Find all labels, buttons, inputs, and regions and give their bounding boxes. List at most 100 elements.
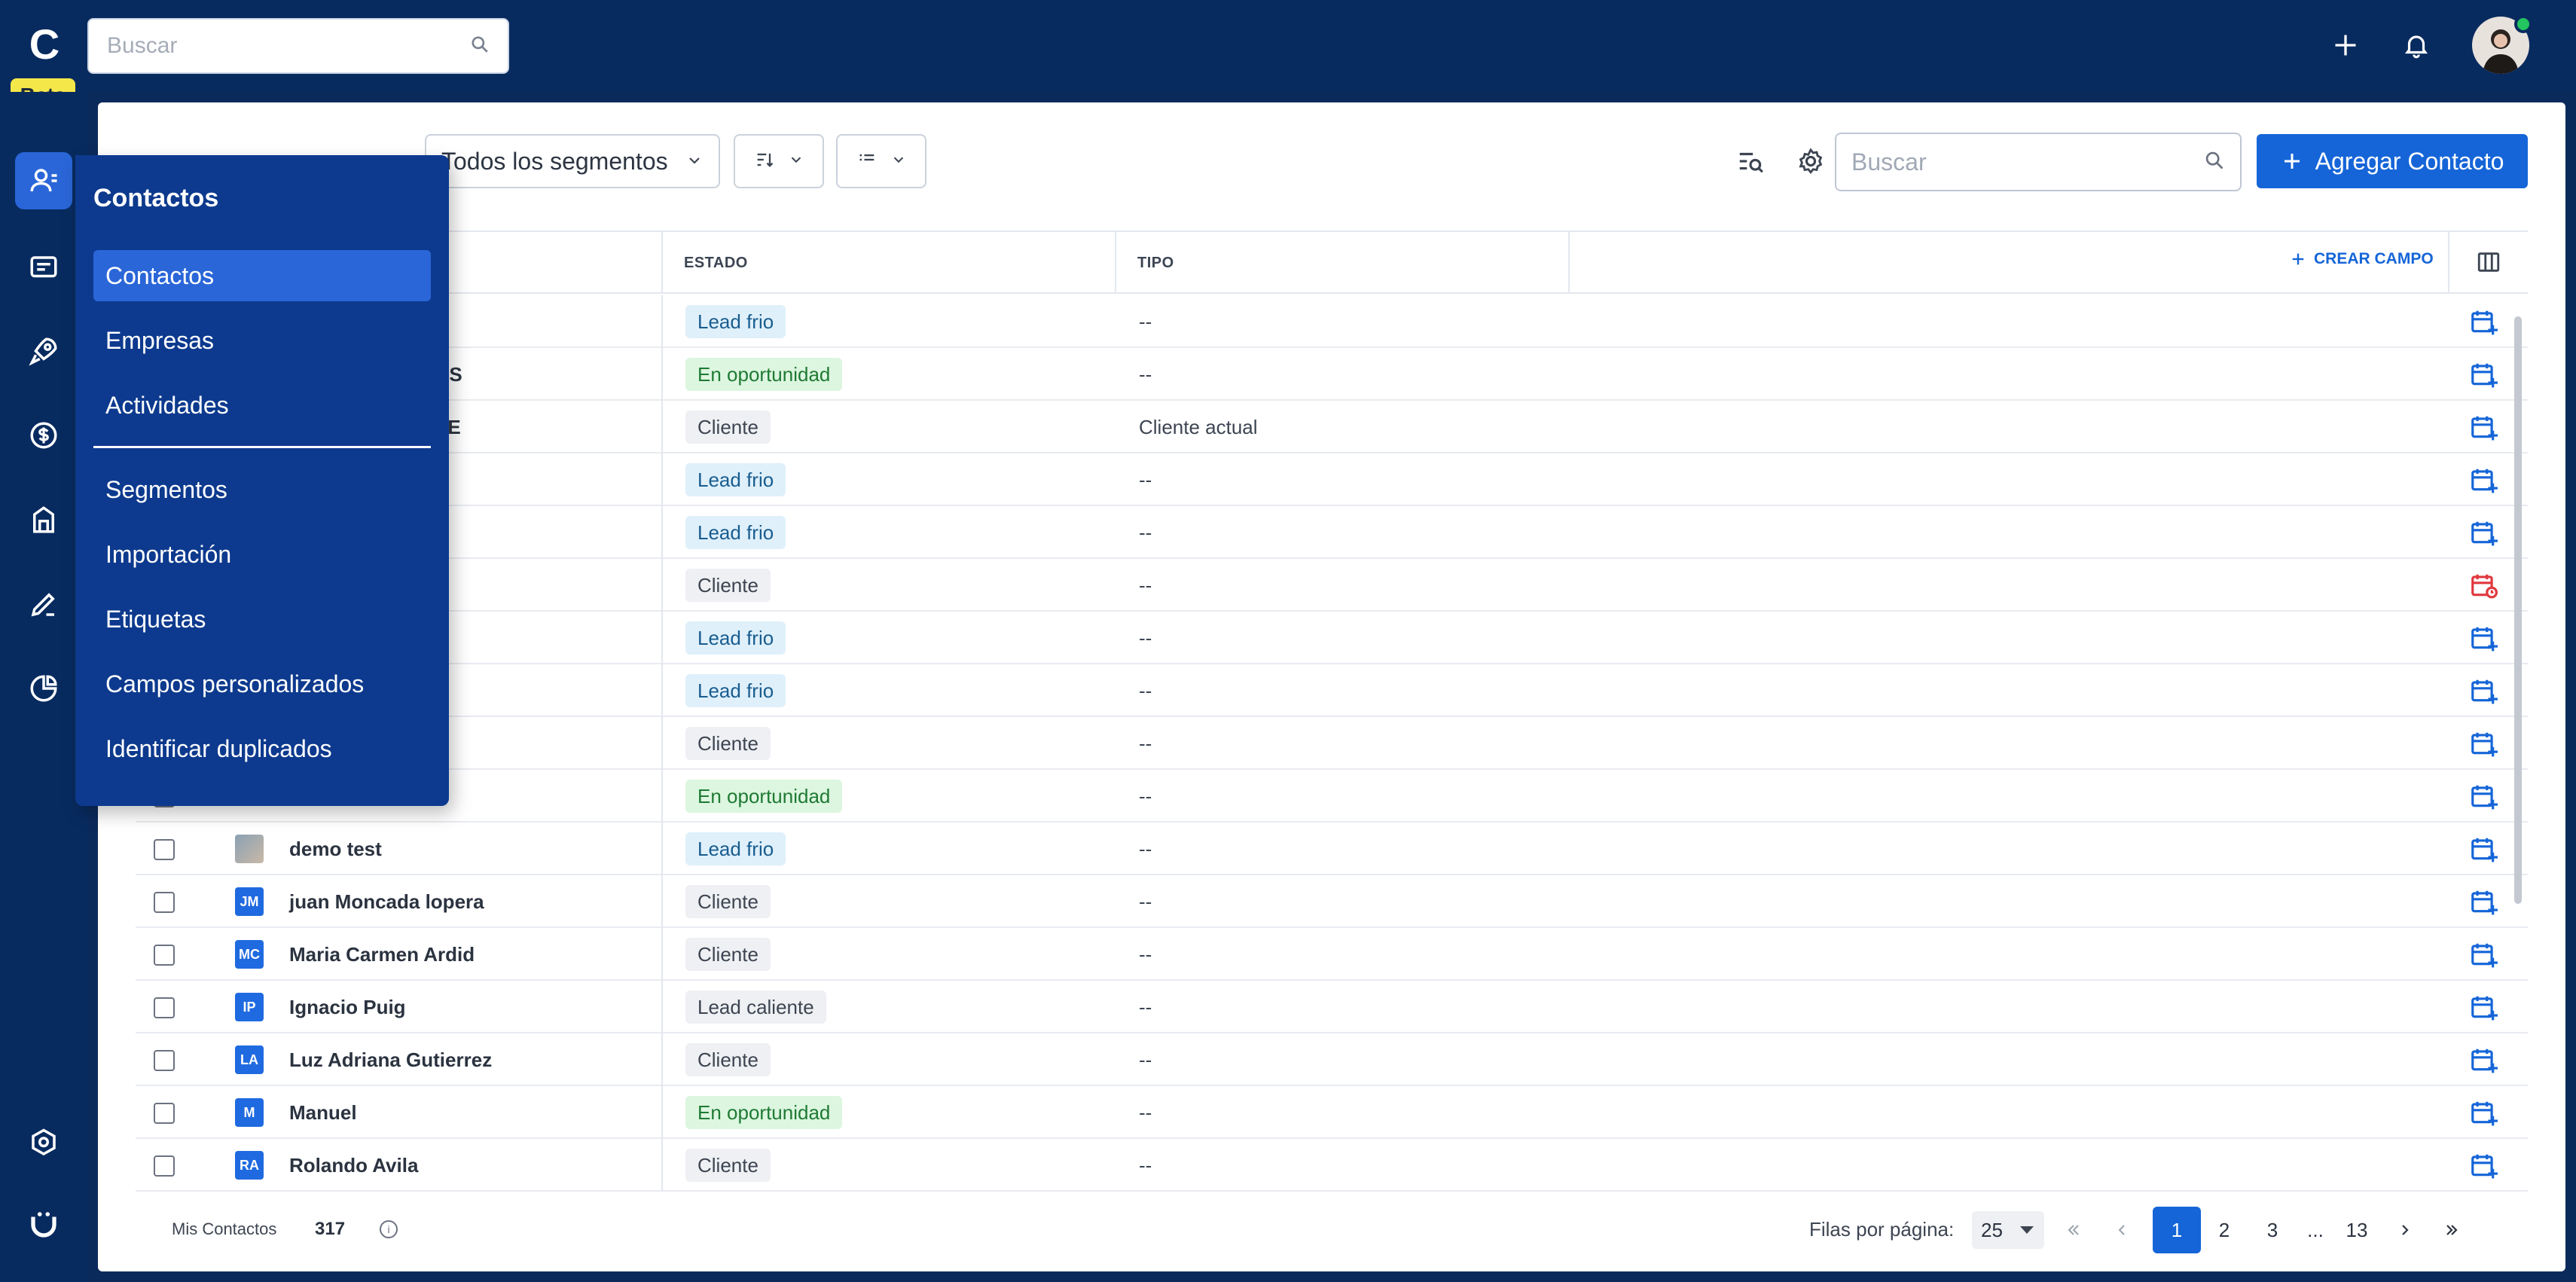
column-estado[interactable]: ESTADO <box>661 232 1115 294</box>
table-row[interactable]: JM juan Moncada lopera Cliente -- <box>136 875 2528 928</box>
status-badge[interactable]: En oportunidad <box>685 780 843 813</box>
calendar-add-icon[interactable] <box>2469 413 2498 441</box>
filter-search-icon[interactable] <box>1729 140 1772 182</box>
status-badge[interactable]: Cliente <box>685 411 771 444</box>
status-badge[interactable]: Cliente <box>685 727 771 760</box>
calendar-add-icon[interactable] <box>2469 360 2498 389</box>
status-badge[interactable]: Lead caliente <box>685 990 826 1024</box>
flyout-item-etiquetas[interactable]: Etiquetas <box>93 594 431 645</box>
table-row[interactable]: RA Rolando Avila Cliente -- <box>136 1139 2528 1192</box>
flyout-item-empresas[interactable]: Empresas <box>93 315 431 366</box>
status-badge[interactable]: Lead frio <box>685 516 786 549</box>
column-tipo[interactable]: TIPO <box>1115 232 1568 294</box>
page-3[interactable]: 3 <box>2251 1207 2294 1253</box>
bell-icon[interactable] <box>2394 23 2439 68</box>
app-logo[interactable]: C <box>27 23 62 66</box>
calendar-add-icon[interactable] <box>2469 835 2498 863</box>
first-page-icon[interactable] <box>2052 1207 2095 1253</box>
table-row[interactable]: Lead frio -- <box>136 295 2528 348</box>
pie-chart-icon[interactable] <box>15 660 72 717</box>
contact-name[interactable]: Maria Carmen Ardid <box>289 928 475 981</box>
status-badge[interactable]: Lead frio <box>685 674 786 707</box>
global-search[interactable] <box>87 18 509 74</box>
flyout-item-actividades[interactable]: Actividades <box>93 380 431 431</box>
calendar-add-icon[interactable] <box>2469 887 2498 916</box>
status-badge[interactable]: Lead frio <box>685 463 786 496</box>
table-row[interactable]: e Cliente -- <box>136 559 2528 612</box>
prev-page-icon[interactable] <box>2100 1207 2144 1253</box>
calendar-add-icon[interactable] <box>2469 624 2498 652</box>
calendar-add-icon[interactable] <box>2469 1098 2498 1127</box>
status-badge[interactable]: Cliente <box>685 569 771 602</box>
table-row[interactable]: uez En oportunidad -- <box>136 770 2528 823</box>
last-page-icon[interactable] <box>2430 1207 2474 1253</box>
table-row[interactable]: os Lead frio -- <box>136 453 2528 506</box>
status-badge[interactable]: Cliente <box>685 1043 771 1076</box>
table-row[interactable]: DELGADO MULAS En oportunidad -- <box>136 348 2528 401</box>
status-badge[interactable]: Lead frio <box>685 305 786 338</box>
flyout-item-segmentos[interactable]: Segmentos <box>93 464 431 515</box>
table-row[interactable]: M Manuel En oportunidad -- <box>136 1086 2528 1139</box>
info-icon[interactable]: i <box>380 1220 398 1238</box>
status-badge[interactable]: Lead frio <box>685 621 786 655</box>
contacts-icon[interactable] <box>15 152 72 209</box>
page-1[interactable]: 1 <box>2153 1207 2201 1253</box>
sort-select[interactable] <box>734 134 824 188</box>
create-field-link[interactable]: CREAR CAMPO <box>2290 250 2434 268</box>
calendar-add-icon[interactable] <box>2469 1045 2498 1074</box>
calendar-add-icon[interactable] <box>2469 676 2498 705</box>
vertical-scrollbar[interactable] <box>2514 316 2522 904</box>
calendar-overdue-icon[interactable] <box>2469 571 2498 600</box>
page-2[interactable]: 2 <box>2202 1207 2246 1253</box>
plus-icon[interactable] <box>2323 23 2368 68</box>
contact-name[interactable]: juan Moncada lopera <box>289 875 484 928</box>
row-checkbox[interactable] <box>154 1155 175 1177</box>
segment-select[interactable]: Todos los segmentos <box>425 134 720 188</box>
calendar-add-icon[interactable] <box>2469 518 2498 547</box>
pen-icon[interactable] <box>15 575 72 633</box>
contact-name[interactable]: Ignacio Puig <box>289 981 406 1033</box>
calendar-add-icon[interactable] <box>2469 993 2498 1021</box>
flyout-item-campos[interactable]: Campos personalizados <box>93 658 431 710</box>
page-13[interactable]: 13 <box>2335 1207 2379 1253</box>
table-row[interactable]: dos Lead frio -- <box>136 506 2528 559</box>
status-badge[interactable]: Cliente <box>685 938 771 971</box>
contact-name[interactable]: Luz Adriana Gutierrez <box>289 1033 492 1086</box>
help-bot-icon[interactable] <box>15 1196 72 1253</box>
status-badge[interactable]: En oportunidad <box>685 358 843 391</box>
dollar-icon[interactable] <box>15 407 72 464</box>
calendar-add-icon[interactable] <box>2469 940 2498 969</box>
add-contact-button[interactable]: Agregar Contacto <box>2257 134 2528 188</box>
row-checkbox[interactable] <box>154 945 175 966</box>
rocket-icon[interactable] <box>15 322 72 380</box>
contact-name[interactable]: demo test <box>289 823 382 875</box>
gear-icon[interactable] <box>1790 140 1832 182</box>
calendar-add-icon[interactable] <box>2469 782 2498 810</box>
contact-name[interactable]: Rolando Avila <box>289 1139 418 1192</box>
building-icon[interactable] <box>15 491 72 548</box>
row-checkbox[interactable] <box>154 839 175 860</box>
status-badge[interactable]: Cliente <box>685 885 771 918</box>
flyout-item-contactos[interactable]: Contactos <box>93 250 431 301</box>
calendar-add-icon[interactable] <box>2469 729 2498 758</box>
table-row[interactable]: rde Cliente -- <box>136 717 2528 770</box>
row-checkbox[interactable] <box>154 892 175 913</box>
row-checkbox[interactable] <box>154 997 175 1018</box>
status-badge[interactable]: Lead frio <box>685 832 786 865</box>
chat-icon[interactable] <box>15 240 72 297</box>
settings-icon[interactable] <box>15 1115 72 1172</box>
row-checkbox[interactable] <box>154 1103 175 1124</box>
global-search-input[interactable] <box>107 33 470 59</box>
flyout-item-importacion[interactable]: Importación <box>93 529 431 580</box>
table-row[interactable]: LA Luz Adriana Gutierrez Cliente -- <box>136 1033 2528 1086</box>
table-row[interactable]: R PALLERO BOTE Cliente Cliente actual <box>136 401 2528 453</box>
table-row[interactable]: os Lead frio -- <box>136 664 2528 717</box>
calendar-add-icon[interactable] <box>2469 1151 2498 1180</box>
view-select[interactable] <box>836 134 926 188</box>
contact-name[interactable]: Manuel <box>289 1086 357 1139</box>
next-page-icon[interactable] <box>2383 1207 2427 1253</box>
flyout-item-duplicados[interactable]: Identificar duplicados <box>93 723 431 774</box>
table-row[interactable]: MC Maria Carmen Ardid Cliente -- <box>136 928 2528 981</box>
calendar-add-icon[interactable] <box>2469 465 2498 494</box>
contacts-search-input[interactable] <box>1851 148 2204 176</box>
